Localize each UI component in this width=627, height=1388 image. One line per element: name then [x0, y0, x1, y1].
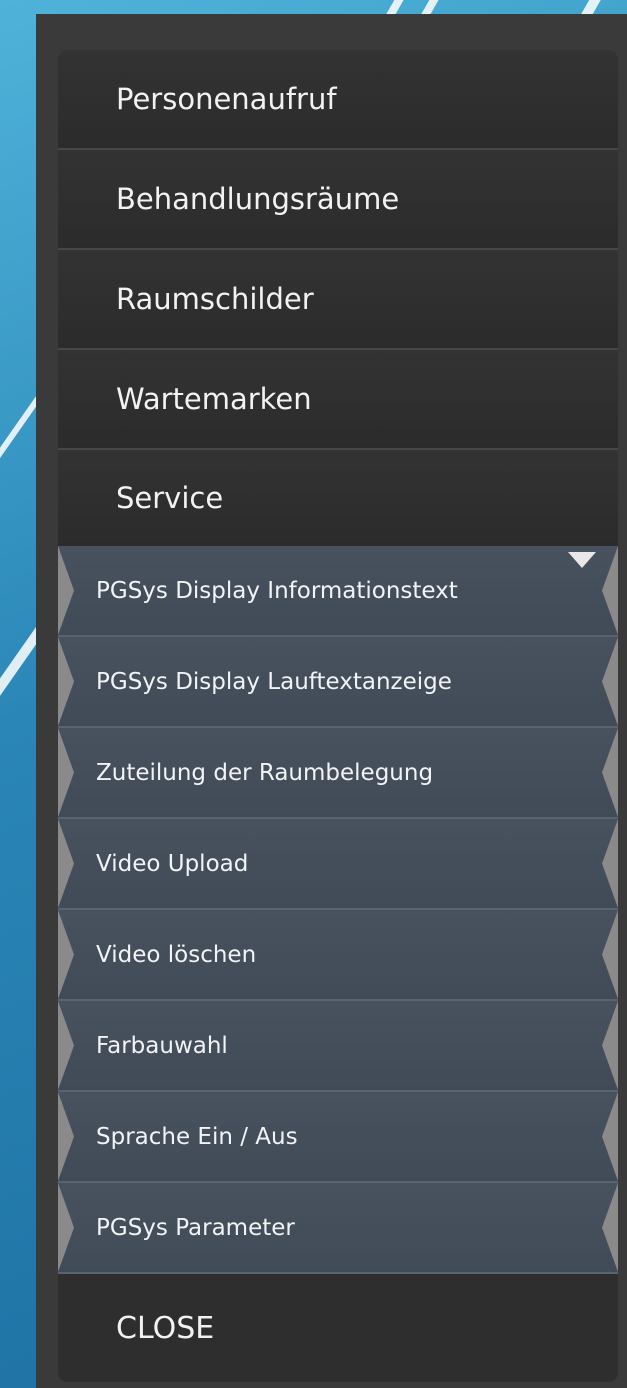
- submenu-item-display-lauftextanzeige[interactable]: PGSys Display Lauftextanzeige: [58, 637, 618, 728]
- submenu-item-zuteilung-raumbelegung[interactable]: Zuteilung der Raumbelegung: [58, 728, 618, 819]
- submenu-item-sprache-ein-aus[interactable]: Sprache Ein / Aus: [58, 1092, 618, 1183]
- service-submenu: PGSys Display Informationstext PGSys Dis…: [58, 546, 618, 1274]
- menu-item-raumschilder[interactable]: Raumschilder: [58, 250, 618, 350]
- menu-item-label: Wartemarken: [116, 382, 312, 416]
- submenu-item-label: Zuteilung der Raumbelegung: [96, 759, 434, 786]
- submenu-item-label: Farbauwahl: [96, 1032, 228, 1059]
- submenu-item-pgsys-parameter[interactable]: PGSys Parameter: [58, 1183, 618, 1274]
- submenu-item-label: Video Upload: [96, 850, 249, 877]
- menu-item-label: Personenaufruf: [116, 82, 337, 116]
- navigation-menu: Personenaufruf Behandlungsräume Raumschi…: [58, 50, 618, 1382]
- menu-item-label: Service: [116, 481, 224, 515]
- submenu-item-label: PGSys Display Informationstext: [96, 577, 458, 604]
- menu-item-label: Raumschilder: [116, 282, 314, 316]
- menu-item-service[interactable]: Service: [58, 450, 618, 546]
- submenu-item-display-informationstext[interactable]: PGSys Display Informationstext: [58, 546, 618, 637]
- submenu-item-label: Sprache Ein / Aus: [96, 1123, 298, 1150]
- submenu-item-video-upload[interactable]: Video Upload: [58, 819, 618, 910]
- menu-item-label: Behandlungsräume: [116, 182, 400, 216]
- menu-item-behandlungsraeume[interactable]: Behandlungsräume: [58, 150, 618, 250]
- menu-item-personenaufruf[interactable]: Personenaufruf: [58, 50, 618, 150]
- menu-item-wartemarken[interactable]: Wartemarken: [58, 350, 618, 450]
- submenu-item-video-loeschen[interactable]: Video löschen: [58, 910, 618, 1001]
- close-button-label: CLOSE: [116, 1310, 215, 1346]
- close-button[interactable]: CLOSE: [58, 1274, 618, 1382]
- submenu-item-farbauwahl[interactable]: Farbauwahl: [58, 1001, 618, 1092]
- caret-down-icon[interactable]: [568, 552, 596, 568]
- submenu-item-label: Video löschen: [96, 941, 257, 968]
- submenu-item-label: PGSys Parameter: [96, 1214, 295, 1241]
- submenu-item-label: PGSys Display Lauftextanzeige: [96, 668, 452, 695]
